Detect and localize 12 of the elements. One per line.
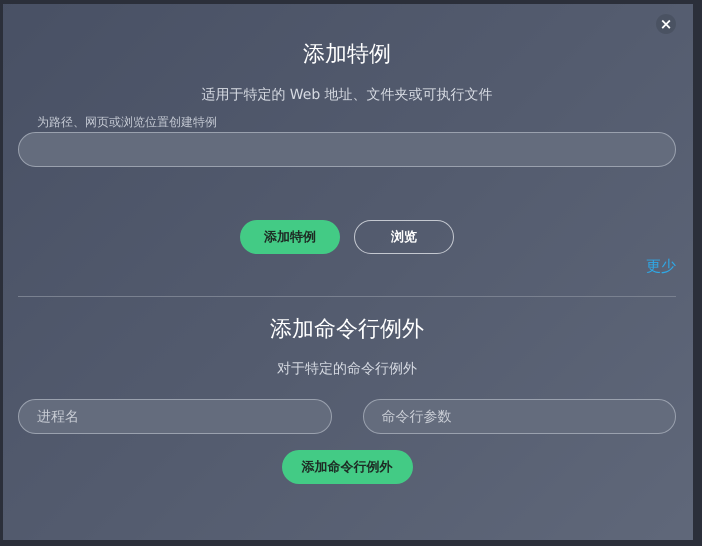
add-button[interactable]: 添加特例: [240, 220, 340, 254]
subtitle: 适用于特定的 Web 地址、文件夹或可执行文件: [201, 86, 493, 105]
browse-button[interactable]: 浏览: [354, 220, 454, 254]
add-button[interactable]: 添加命令行例外: [282, 450, 412, 484]
close-button[interactable]: ×: [656, 14, 676, 34]
path-input-field[interactable]: [18, 132, 676, 167]
field-label: 为路径、网页或浏览位置创建特例: [37, 115, 217, 129]
dialog-title: 添加特例: [303, 41, 391, 69]
subtitle: 对于特定的命令行例外: [277, 360, 417, 379]
input-field[interactable]: 进程名: [18, 399, 332, 434]
section-title: 添加命令行例外: [270, 316, 424, 344]
input-field[interactable]: 命令行参数: [362, 399, 676, 434]
